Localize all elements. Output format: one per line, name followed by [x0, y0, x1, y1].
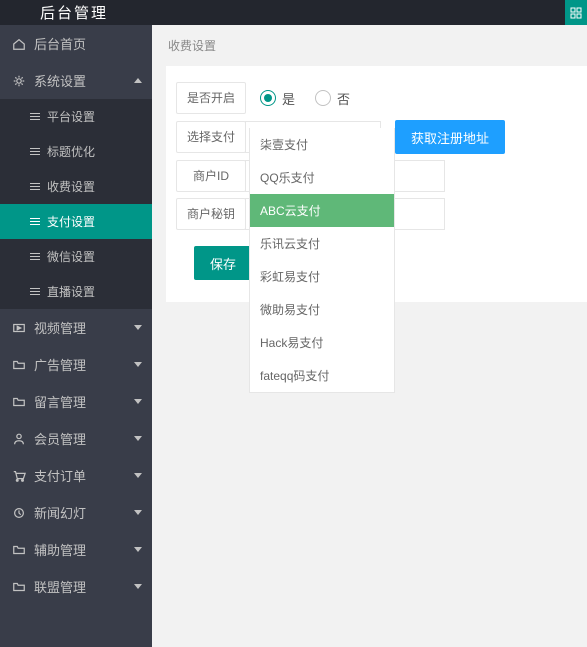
paytype-option[interactable]: QQ乐支付 [250, 161, 394, 194]
folder-icon [12, 395, 26, 409]
sidebar: 后台首页系统设置平台设置标题优化收费设置支付设置微信设置直播设置视频管理广告管理… [0, 25, 152, 647]
sidebar-item-支付订单[interactable]: 支付订单 [0, 457, 152, 494]
enable-label: 是否开启 [176, 82, 246, 114]
chevron-icon [134, 362, 142, 367]
sidebar-item-会员管理[interactable]: 会员管理 [0, 420, 152, 457]
paytype-dropdown: 柒壹支付QQ乐支付ABC云支付乐讯云支付彩虹易支付微助易支付Hack易支付fat… [249, 128, 395, 393]
bars-icon [30, 288, 40, 295]
sidebar-item-label: 支付订单 [34, 466, 86, 485]
sidebar-subitem-label: 标题优化 [47, 143, 95, 160]
chevron-icon [134, 547, 142, 552]
sidebar-subitem-微信设置[interactable]: 微信设置 [0, 239, 152, 274]
sidebar-item-辅助管理[interactable]: 辅助管理 [0, 531, 152, 568]
paytype-option[interactable]: ABC云支付 [250, 194, 394, 227]
app-title: 后台管理 [0, 2, 108, 23]
sidebar-item-后台首页[interactable]: 后台首页 [0, 25, 152, 62]
paytype-label: 选择支付 [176, 121, 246, 153]
folder-icon [12, 543, 26, 557]
sidebar-item-视频管理[interactable]: 视频管理 [0, 309, 152, 346]
paytype-option[interactable]: fateqq码支付 [250, 359, 394, 392]
sidebar-subitem-标题优化[interactable]: 标题优化 [0, 134, 152, 169]
merchant-key-label: 商户秘钥 [176, 198, 246, 230]
grid-toggle-icon[interactable] [565, 0, 587, 25]
sidebar-item-新闻幻灯[interactable]: 新闻幻灯 [0, 494, 152, 531]
cart-icon [12, 469, 26, 483]
radio-no-label: 否 [337, 89, 350, 108]
get-register-url-button[interactable]: 获取注册地址 [395, 120, 505, 154]
chevron-icon [134, 436, 142, 441]
folder-icon [12, 358, 26, 372]
user-icon [12, 432, 26, 446]
sidebar-subitem-label: 微信设置 [47, 248, 95, 265]
chevron-icon [134, 78, 142, 83]
star-icon [12, 506, 26, 520]
paytype-option[interactable]: Hack易支付 [250, 326, 394, 359]
sidebar-subitem-收费设置[interactable]: 收费设置 [0, 169, 152, 204]
sidebar-subitem-label: 支付设置 [47, 213, 95, 230]
sidebar-subitem-label: 收费设置 [47, 178, 95, 195]
chevron-icon [134, 510, 142, 515]
save-button[interactable]: 保存 [194, 246, 252, 280]
sidebar-item-广告管理[interactable]: 广告管理 [0, 346, 152, 383]
sidebar-subitem-直播设置[interactable]: 直播设置 [0, 274, 152, 309]
chevron-icon [134, 473, 142, 478]
sidebar-item-留言管理[interactable]: 留言管理 [0, 383, 152, 420]
paytype-option[interactable]: 微助易支付 [250, 293, 394, 326]
breadcrumb: 收费设置 [152, 25, 587, 66]
radio-no[interactable]: 否 [315, 89, 350, 108]
sidebar-item-label: 留言管理 [34, 392, 86, 411]
gear-icon [12, 74, 26, 88]
sidebar-item-系统设置[interactable]: 系统设置 [0, 62, 152, 99]
sidebar-item-label: 视频管理 [34, 318, 86, 337]
bars-icon [30, 253, 40, 260]
video-icon [12, 321, 26, 335]
bars-icon [30, 148, 40, 155]
paytype-option[interactable]: 柒壹支付 [250, 128, 394, 161]
sidebar-subitem-平台设置[interactable]: 平台设置 [0, 99, 152, 134]
sidebar-subitem-label: 平台设置 [47, 108, 95, 125]
folder-icon [12, 580, 26, 594]
sidebar-item-label: 系统设置 [34, 71, 86, 90]
sidebar-item-label: 会员管理 [34, 429, 86, 448]
paytype-option[interactable]: 彩虹易支付 [250, 260, 394, 293]
sidebar-item-label: 后台首页 [34, 34, 86, 53]
chevron-icon [134, 325, 142, 330]
merchant-id-label: 商户ID [176, 160, 246, 192]
sidebar-item-label: 联盟管理 [34, 577, 86, 596]
sidebar-item-label: 广告管理 [34, 355, 86, 374]
bars-icon [30, 183, 40, 190]
sidebar-item-label: 新闻幻灯 [34, 503, 86, 522]
bars-icon [30, 113, 40, 120]
sidebar-subitem-label: 直播设置 [47, 283, 95, 300]
sidebar-item-联盟管理[interactable]: 联盟管理 [0, 568, 152, 605]
home-icon [12, 37, 26, 51]
sidebar-item-label: 辅助管理 [34, 540, 86, 559]
bars-icon [30, 218, 40, 225]
radio-yes-label: 是 [282, 89, 295, 108]
sidebar-subitem-支付设置[interactable]: 支付设置 [0, 204, 152, 239]
paytype-option[interactable]: 乐讯云支付 [250, 227, 394, 260]
chevron-icon [134, 584, 142, 589]
radio-yes[interactable]: 是 [260, 89, 295, 108]
chevron-icon [134, 399, 142, 404]
